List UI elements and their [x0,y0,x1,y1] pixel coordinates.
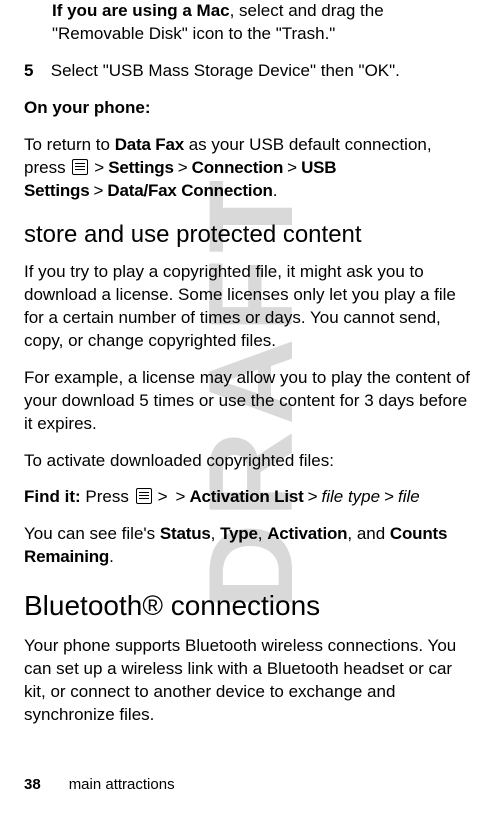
comma-1: , [211,524,220,543]
period-2: . [109,547,114,566]
step-number: 5 [24,60,46,83]
text-lead: To return to [24,135,115,154]
license-paragraph-3: To activate downloaded copyrighted files… [24,450,477,473]
gt-5: > [154,487,172,506]
gt-5b: > [172,487,190,506]
on-your-phone-label: On your phone: [24,97,477,120]
step-text: Select "USB Mass Storage Device" then "O… [51,61,400,80]
menu-icon [72,159,88,175]
fp-lead: You can see file's [24,524,160,543]
page-content: If you are using a Mac, select and drag … [0,0,501,727]
bluetooth-paragraph: Your phone supports Bluetooth wireless c… [24,635,477,727]
activation-list-term: Activation List [189,487,303,506]
license-paragraph-2: For example, a license may allow you to … [24,367,477,436]
comma-2: , [258,524,267,543]
gt-2: > [174,158,192,177]
license-paragraph-1: If you try to play a copyrighted file, i… [24,261,477,353]
bc-settings: Settings [108,158,173,177]
mac-instruction: If you are using a Mac, select and drag … [24,0,477,46]
step-5: 5 Select "USB Mass Storage Device" then … [24,60,477,83]
period-1: . [273,181,278,200]
file-term: file [398,487,420,506]
return-path-paragraph: To return to Data Fax as your USB defaul… [24,134,477,203]
find-it-label: Find it: [24,487,81,506]
page-footer: 38 main attractions [24,775,175,795]
gt-3: > [283,158,301,177]
menu-icon-2 [136,488,152,504]
section-store-title: store and use protected content [24,219,477,251]
bc-connection: Connection [192,158,284,177]
fp-status: Status [160,524,211,543]
find-it-press: Press [81,487,134,506]
mac-lead: If you are using a Mac [52,1,230,20]
find-it-line: Find it: Press >>Activation List>file ty… [24,486,477,509]
gt-6: > [304,487,322,506]
gt-7: > [380,487,398,506]
and-text: , and [347,524,390,543]
data-fax-term: Data Fax [115,135,184,154]
fp-type: Type [220,524,258,543]
file-properties-line: You can see file's Status, Type, Activat… [24,523,477,569]
gt-4: > [89,181,107,200]
footer-section: main attractions [69,776,175,793]
fp-activation: Activation [267,524,347,543]
bc-dfc: Data/Fax Connection [107,181,272,200]
gt-1: > [90,158,108,177]
section-bluetooth-title: Bluetooth® connections [24,587,477,625]
page-number: 38 [24,776,41,793]
file-type-term: file type [322,487,381,506]
